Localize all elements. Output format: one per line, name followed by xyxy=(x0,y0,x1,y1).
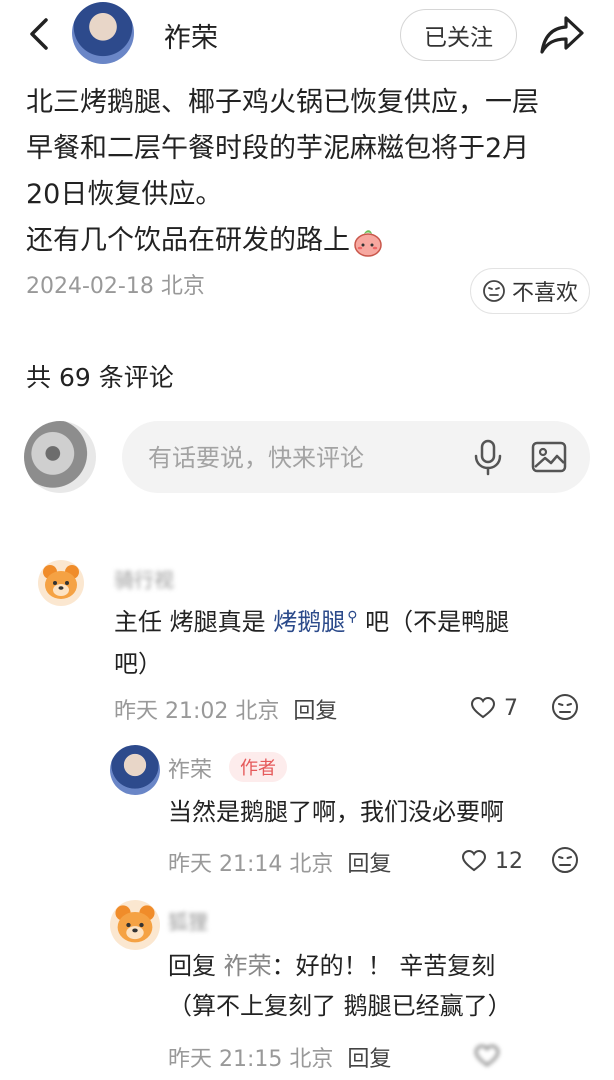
author-name[interactable]: 祚荣 xyxy=(164,16,218,55)
reply-button[interactable]: 回复 xyxy=(293,699,337,724)
back-arrow-icon[interactable] xyxy=(20,14,60,54)
comment-text-part: （算不上复刻了 鹅腿已经赢了） xyxy=(168,992,512,1020)
dislike-label: 不喜欢 xyxy=(511,281,578,306)
heart-icon xyxy=(461,849,487,872)
comment-text: 回复 祚荣：好的！！ 辛苦复刻 （算不上复刻了 鹅腿已经赢了） xyxy=(168,946,588,1026)
reply-button[interactable]: 回复 xyxy=(347,1047,391,1072)
comment-time: 昨天 21:02 北京 xyxy=(114,699,280,724)
like-button[interactable] xyxy=(474,1040,584,1072)
comment-text: 主任 烤腿真是 烤鹅腿 ⚲ 吧（不是鸭腿 吧） xyxy=(114,596,584,685)
comment-meta: 昨天 21:02 北京 回复 xyxy=(114,693,337,725)
commenter-name[interactable]: 骑行视 xyxy=(114,564,174,593)
reply-button[interactable]: 回复 xyxy=(347,852,391,877)
comment-input[interactable] xyxy=(146,421,450,495)
post-meta: 2024-02-18 北京 xyxy=(26,274,205,299)
commenter-name[interactable]: 祚荣 xyxy=(168,752,212,784)
reply-prefix: 回复 xyxy=(168,952,224,980)
comment-meta: 昨天 21:15 北京 回复 xyxy=(168,1041,391,1073)
like-button[interactable]: 12 xyxy=(461,845,531,877)
peach-emoji-icon xyxy=(352,226,384,258)
comment-text-part: ：好的！！ 辛苦复刻 xyxy=(271,952,496,980)
comment-input-box[interactable] xyxy=(122,421,590,495)
reply-to-name[interactable]: 祚荣 xyxy=(224,952,272,980)
dislike-face-icon[interactable] xyxy=(550,692,580,722)
comment-text-part: 吧（不是鸭腿 xyxy=(357,608,510,636)
bear-avatar-icon[interactable] xyxy=(38,560,84,606)
post-line: 还有几个饮品在研发的路上 xyxy=(26,218,586,264)
image-icon[interactable] xyxy=(529,437,569,477)
comment-count: 共 69 条评论 xyxy=(26,363,174,392)
comment-text: 当然是鹅腿了啊，我们没必要啊 xyxy=(168,798,504,826)
comment-keyword-link[interactable]: 烤鹅腿 xyxy=(273,608,345,636)
comment-time: 昨天 21:14 北京 xyxy=(168,852,334,877)
my-avatar[interactable] xyxy=(24,421,96,493)
mic-icon[interactable] xyxy=(468,437,508,477)
author-avatar[interactable] xyxy=(72,2,134,64)
post-content: 北三烤鹅腿、椰子鸡火锅已恢复供应，一层 早餐和二层午餐时段的芋泥麻糍包将于2月 … xyxy=(26,80,586,264)
comment-text-part: 吧） xyxy=(114,650,162,678)
dislike-button[interactable]: 不喜欢 xyxy=(470,268,590,314)
like-button[interactable]: 7 xyxy=(470,692,530,724)
post-line: 北三烤鹅腿、椰子鸡火锅已恢复供应，一层 xyxy=(26,87,539,118)
heart-icon xyxy=(474,1044,500,1067)
post-line: 20日恢复供应。 xyxy=(26,179,223,210)
bear-avatar-icon[interactable] xyxy=(110,900,160,950)
dislike-face-icon[interactable] xyxy=(550,845,580,875)
author-badge: 作者 xyxy=(229,752,287,782)
heart-icon xyxy=(470,696,496,719)
commenter-name[interactable]: 狐狸 xyxy=(168,906,208,935)
post-line: 早餐和二层午餐时段的芋泥麻糍包将于2月 xyxy=(26,133,530,164)
comment-time: 昨天 21:15 北京 xyxy=(168,1047,334,1072)
comment-meta: 昨天 21:14 北京 回复 xyxy=(168,846,391,878)
author-avatar[interactable] xyxy=(110,745,160,795)
search-keyword-icon[interactable]: ⚲ xyxy=(347,609,357,625)
follow-button[interactable]: 已关注 xyxy=(400,9,517,61)
like-count: 12 xyxy=(495,848,523,874)
dislike-face-icon xyxy=(483,280,505,302)
like-count: 7 xyxy=(504,695,518,721)
post-line-text: 还有几个饮品在研发的路上 xyxy=(26,225,350,256)
comment-text-part: 主任 烤腿真是 xyxy=(114,608,274,636)
share-icon[interactable] xyxy=(538,12,586,58)
